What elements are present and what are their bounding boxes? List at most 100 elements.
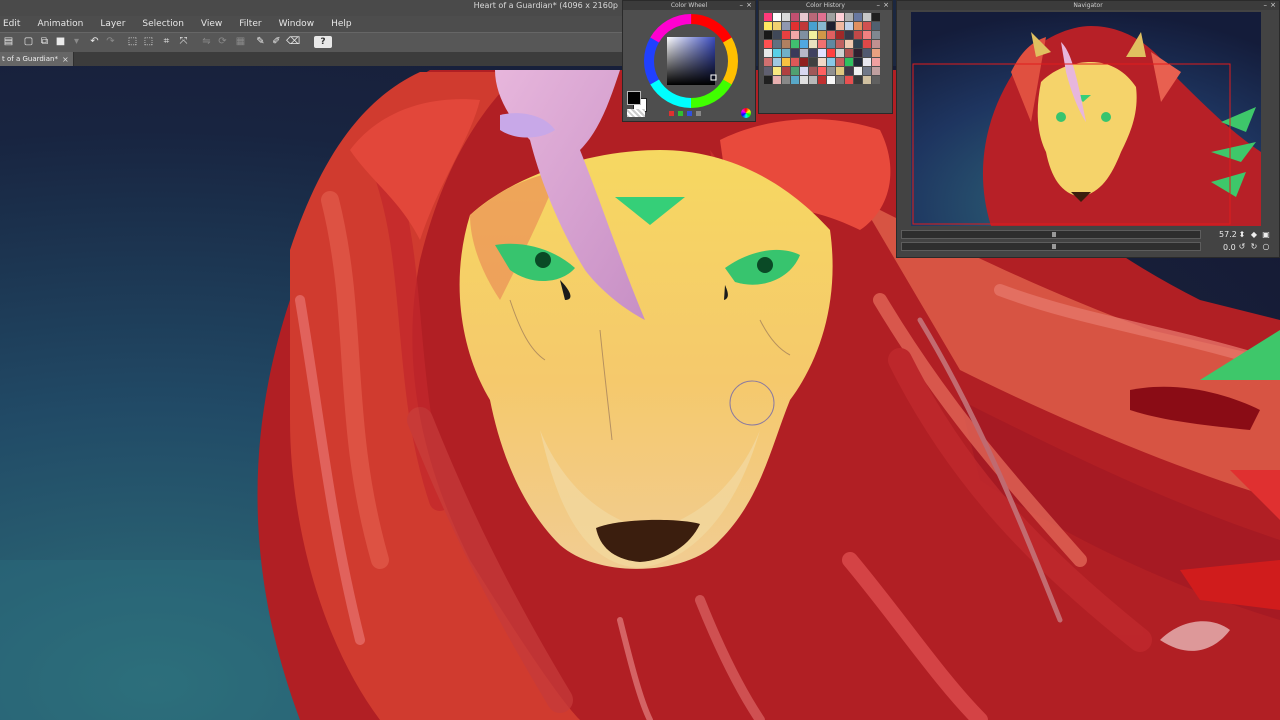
history-swatch[interactable] xyxy=(854,67,862,75)
history-swatch[interactable] xyxy=(782,13,790,21)
flip-icon[interactable]: ⇋ xyxy=(200,36,213,48)
main-color-swatch[interactable] xyxy=(627,91,641,105)
color-history-grid[interactable] xyxy=(764,13,880,84)
history-swatch[interactable] xyxy=(863,67,871,75)
history-swatch[interactable] xyxy=(872,76,880,84)
history-swatch[interactable] xyxy=(782,49,790,57)
history-swatch[interactable] xyxy=(863,76,871,84)
history-swatch[interactable] xyxy=(818,58,826,66)
rotation-slider[interactable] xyxy=(901,242,1201,251)
history-swatch[interactable] xyxy=(800,31,808,39)
copy-icon[interactable]: ⧉ xyxy=(38,36,51,48)
deselect-icon[interactable]: ⬚ xyxy=(142,36,155,48)
new-icon[interactable]: ▢ xyxy=(22,36,35,48)
history-swatch[interactable] xyxy=(845,49,853,57)
history-swatch[interactable] xyxy=(800,76,808,84)
history-swatch[interactable] xyxy=(845,58,853,66)
history-swatch[interactable] xyxy=(845,13,853,21)
menu-selection[interactable]: Selection xyxy=(142,19,183,29)
history-swatch[interactable] xyxy=(863,40,871,48)
history-swatch[interactable] xyxy=(854,76,862,84)
close-icon[interactable]: × xyxy=(1270,1,1276,10)
history-swatch[interactable] xyxy=(836,76,844,84)
history-swatch[interactable] xyxy=(827,58,835,66)
history-swatch[interactable] xyxy=(809,31,817,39)
history-swatch[interactable] xyxy=(782,58,790,66)
history-swatch[interactable] xyxy=(764,40,772,48)
close-icon[interactable]: × xyxy=(883,1,889,10)
redo-icon[interactable]: ↷ xyxy=(104,36,117,48)
menu-window[interactable]: Window xyxy=(279,19,315,29)
brush-icon[interactable]: ✎ xyxy=(254,36,267,48)
history-swatch[interactable] xyxy=(773,58,781,66)
history-swatch[interactable] xyxy=(836,67,844,75)
history-swatch[interactable] xyxy=(809,76,817,84)
history-swatch[interactable] xyxy=(791,58,799,66)
history-swatch[interactable] xyxy=(818,22,826,30)
help-icon[interactable]: ? xyxy=(314,36,332,48)
transform-icon[interactable]: ⤧ xyxy=(177,36,190,48)
history-swatch[interactable] xyxy=(809,40,817,48)
history-swatch[interactable] xyxy=(845,31,853,39)
history-swatch[interactable] xyxy=(872,58,880,66)
history-swatch[interactable] xyxy=(854,40,862,48)
history-swatch[interactable] xyxy=(791,13,799,21)
history-swatch[interactable] xyxy=(773,31,781,39)
history-swatch[interactable] xyxy=(773,22,781,30)
history-swatch[interactable] xyxy=(863,13,871,21)
history-swatch[interactable] xyxy=(782,31,790,39)
history-swatch[interactable] xyxy=(773,13,781,21)
zoom-slider[interactable] xyxy=(901,230,1201,239)
history-swatch[interactable] xyxy=(773,67,781,75)
history-swatch[interactable] xyxy=(827,76,835,84)
history-swatch[interactable] xyxy=(845,40,853,48)
history-swatch[interactable] xyxy=(872,67,880,75)
history-swatch[interactable] xyxy=(845,22,853,30)
select-icon[interactable]: ⬚ xyxy=(126,36,139,48)
history-swatch[interactable] xyxy=(800,67,808,75)
history-swatch[interactable] xyxy=(764,31,772,39)
history-swatch[interactable] xyxy=(782,40,790,48)
history-swatch[interactable] xyxy=(836,40,844,48)
history-swatch[interactable] xyxy=(827,22,835,30)
history-swatch[interactable] xyxy=(800,13,808,21)
history-swatch[interactable] xyxy=(773,49,781,57)
history-swatch[interactable] xyxy=(836,31,844,39)
history-swatch[interactable] xyxy=(800,58,808,66)
history-swatch[interactable] xyxy=(782,67,790,75)
history-swatch[interactable] xyxy=(872,49,880,57)
navigator-preview[interactable] xyxy=(911,12,1261,226)
history-swatch[interactable] xyxy=(764,49,772,57)
history-swatch[interactable] xyxy=(818,76,826,84)
history-swatch[interactable] xyxy=(773,40,781,48)
close-icon[interactable]: × xyxy=(62,55,69,64)
reset-rotation-icon[interactable]: ○ xyxy=(1261,242,1271,252)
history-swatch[interactable] xyxy=(827,49,835,57)
menu-animation[interactable]: Animation xyxy=(37,19,83,29)
history-swatch[interactable] xyxy=(863,22,871,30)
history-swatch[interactable] xyxy=(836,58,844,66)
grid-icon[interactable]: ▦ xyxy=(234,36,247,48)
history-swatch[interactable] xyxy=(764,67,772,75)
history-swatch[interactable] xyxy=(854,58,862,66)
history-swatch[interactable] xyxy=(782,76,790,84)
rotate-icon[interactable]: ⟳ xyxy=(216,36,229,48)
history-swatch[interactable] xyxy=(809,67,817,75)
history-swatch[interactable] xyxy=(836,49,844,57)
history-swatch[interactable] xyxy=(782,22,790,30)
pen-icon[interactable]: ✐ xyxy=(270,36,283,48)
history-swatch[interactable] xyxy=(872,22,880,30)
eraser-icon[interactable]: ⌫ xyxy=(286,36,300,48)
history-swatch[interactable] xyxy=(827,13,835,21)
history-swatch[interactable] xyxy=(836,22,844,30)
history-swatch[interactable] xyxy=(872,40,880,48)
history-swatch[interactable] xyxy=(800,22,808,30)
history-swatch[interactable] xyxy=(791,40,799,48)
undo-icon[interactable]: ↶ xyxy=(88,36,101,48)
history-swatch[interactable] xyxy=(809,58,817,66)
history-swatch[interactable] xyxy=(791,76,799,84)
history-swatch[interactable] xyxy=(863,31,871,39)
minimize-icon[interactable]: – xyxy=(1264,1,1268,10)
history-swatch[interactable] xyxy=(854,31,862,39)
history-swatch[interactable] xyxy=(791,49,799,57)
